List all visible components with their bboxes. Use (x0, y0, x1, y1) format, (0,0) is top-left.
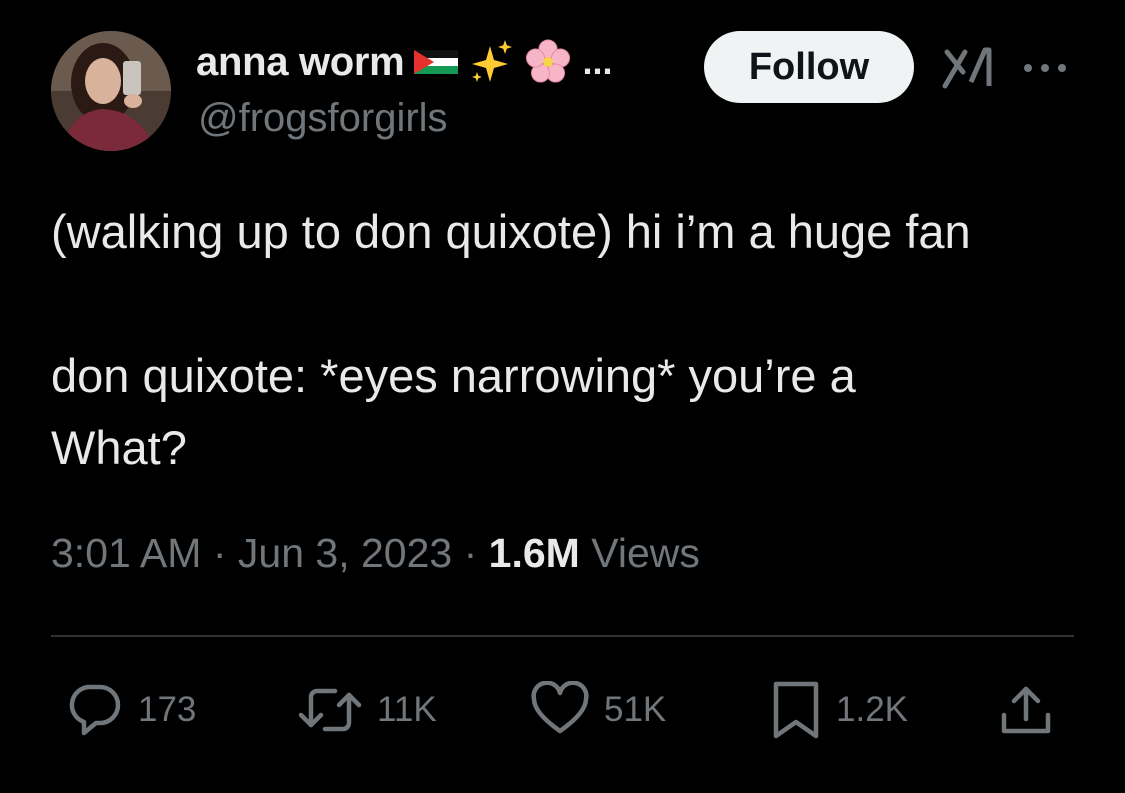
tweet-date[interactable]: Jun 3, 2023 (238, 530, 452, 576)
heart-icon (531, 681, 589, 734)
like-count: 51K (604, 690, 667, 729)
tweet-text: (walking up to don quixote) hi i’m a hug… (51, 205, 971, 474)
sparkles-icon (468, 38, 516, 86)
meta-separator: · (463, 530, 478, 576)
author-handle[interactable]: @frogsforgirls (198, 96, 448, 141)
tweet-time[interactable]: 3:01 AM (51, 530, 201, 576)
meta-separator: · (212, 530, 227, 576)
tweet-card: anna worm ... @frogsforgirls Follow (wal… (0, 0, 1125, 793)
like-button[interactable]: 51K (530, 680, 666, 740)
divider (51, 635, 1074, 637)
follow-button[interactable]: Follow (704, 31, 914, 103)
avatar[interactable] (51, 31, 171, 151)
repost-count: 11K (377, 690, 437, 729)
bookmark-icon (773, 681, 819, 739)
views-count: 1.6M (488, 530, 580, 576)
share-icon[interactable] (998, 683, 1054, 739)
bookmark-count: 1.2K (836, 690, 908, 729)
author-name-row[interactable]: anna worm ... (196, 38, 612, 86)
bookmark-button[interactable]: 1.2K (770, 680, 908, 740)
reply-count: 173 (138, 690, 197, 729)
reply-button[interactable]: 173 (66, 680, 196, 740)
more-dots-icon[interactable] (1020, 60, 1070, 76)
reply-icon (69, 684, 121, 736)
repost-button[interactable]: 11K (297, 680, 437, 740)
tweet-meta: 3:01 AM · Jun 3, 2023 · 1.6M Views (51, 530, 700, 577)
avatar-photo (51, 31, 171, 151)
name-truncation: ... (582, 41, 613, 82)
palestine-flag-icon (412, 38, 460, 86)
display-name[interactable]: anna worm (196, 40, 405, 85)
views-label: Views (591, 530, 700, 576)
repost-icon (298, 688, 362, 732)
grok-icon[interactable] (941, 42, 993, 90)
cherry-blossom-icon (524, 38, 572, 86)
